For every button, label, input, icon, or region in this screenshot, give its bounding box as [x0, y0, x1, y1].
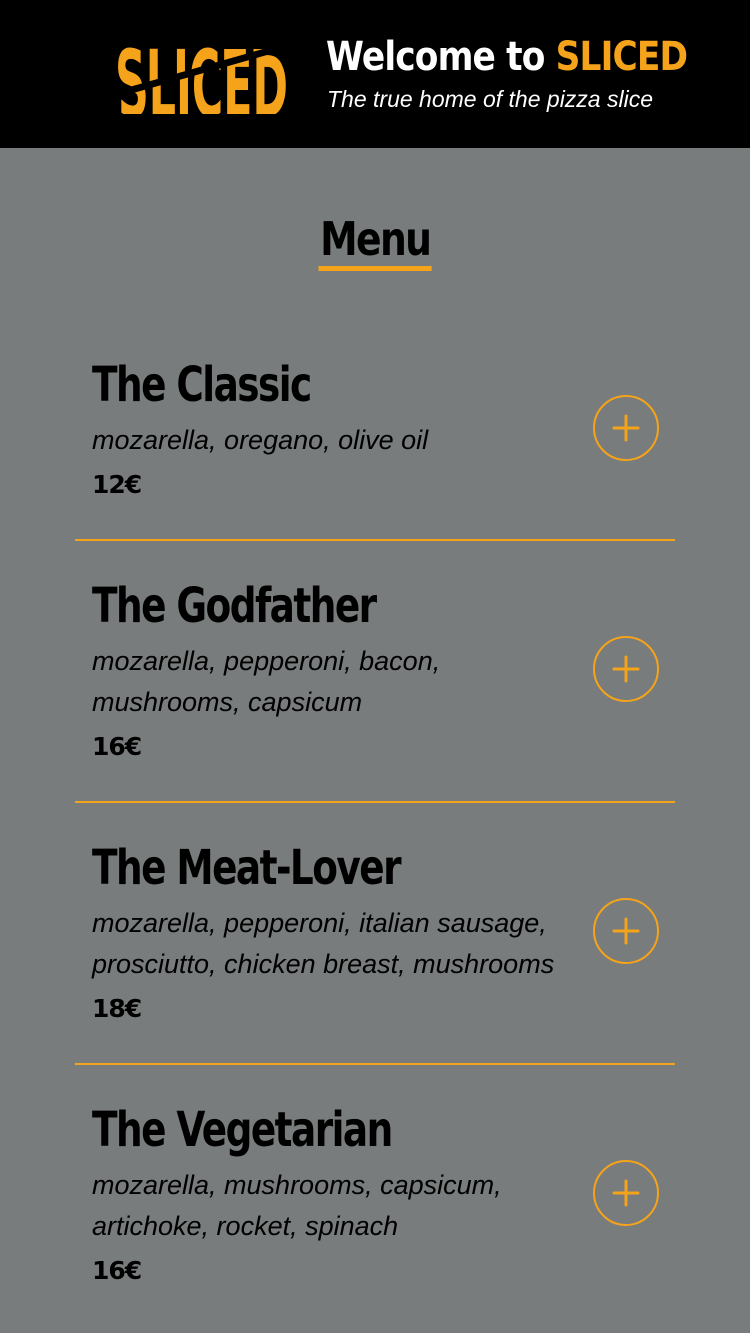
menu-item-name: The Classic: [92, 357, 312, 413]
menu-item-description: mozarella, pepperoni, italian sausage, p…: [92, 908, 555, 979]
add-to-order-button[interactable]: [593, 636, 659, 702]
menu-item: The Classic mozarella, oregano, olive oi…: [75, 320, 675, 541]
menu-item: The Godfather mozarella, pepperoni, baco…: [75, 541, 675, 803]
menu-item-price: 12€: [92, 470, 142, 499]
welcome-prefix: Welcome to: [326, 34, 556, 80]
menu-item-name: The Godfather: [92, 578, 377, 634]
menu-title-text: Menu: [318, 212, 432, 271]
menu-item-price: 16€: [92, 732, 142, 761]
menu-list: The Classic mozarella, oregano, olive oi…: [75, 320, 675, 1325]
site-header: SLICED SLICED Welcome to SLICED The true…: [0, 0, 750, 148]
plus-icon: [612, 414, 640, 441]
welcome-brand: SLICED: [555, 34, 688, 80]
add-to-order-button[interactable]: [593, 394, 659, 461]
menu-title: Menu: [0, 212, 750, 271]
menu-item: The Meat-Lover mozarella, pepperoni, ita…: [75, 803, 675, 1065]
menu-item-price: 16€: [92, 1256, 142, 1285]
menu-item: The Vegetarian mozarella, mushrooms, cap…: [75, 1065, 675, 1325]
menu-item-description: mozarella, mushrooms, capsicum, artichok…: [92, 1170, 502, 1241]
plus-icon: [612, 1179, 640, 1207]
menu-item-name: The Meat-Lover: [92, 840, 402, 896]
menu-item-description: mozarella, pepperoni, bacon, mushrooms, …: [92, 646, 441, 717]
menu-item-price: 18€: [92, 994, 142, 1023]
sliced-logo[interactable]: SLICED SLICED: [112, 30, 288, 114]
add-to-order-button[interactable]: [593, 1160, 659, 1226]
plus-icon: [612, 655, 640, 683]
welcome-heading: Welcome to SLICED: [326, 33, 688, 81]
menu-item-description: mozarella, oregano, olive oil: [92, 425, 429, 455]
add-to-order-button[interactable]: [593, 898, 659, 964]
menu-item-name: The Vegetarian: [92, 1102, 393, 1158]
tagline: The true home of the pizza slice: [327, 86, 653, 112]
plus-icon: [612, 917, 640, 945]
